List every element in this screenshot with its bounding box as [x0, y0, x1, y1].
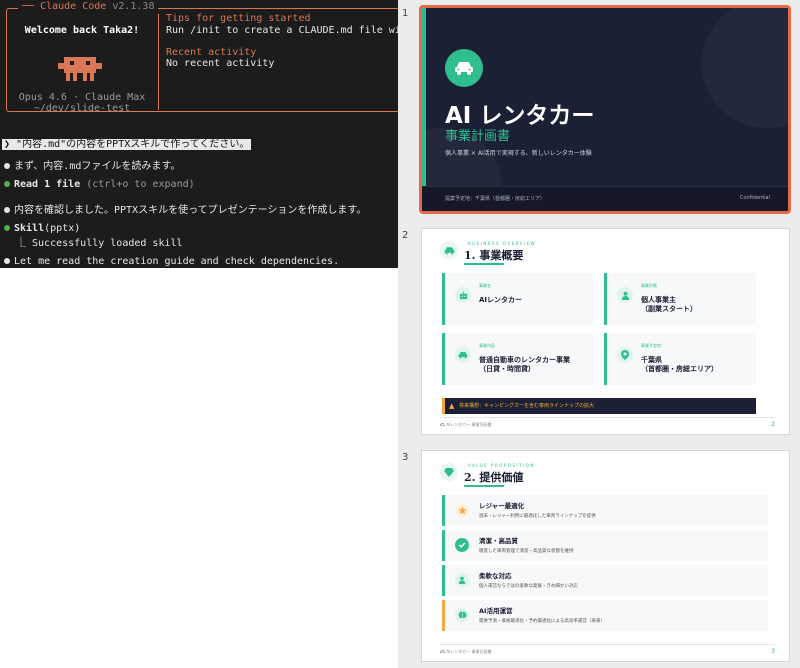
value-title: 柔軟な対応: [479, 572, 512, 580]
tips-text: Run /init to create a CLAUDE.md file wit…: [166, 25, 398, 36]
tool-read-line[interactable]: Read 1 file (ctrl+o to expand): [2, 179, 195, 190]
welcome-text: Welcome back Taka2!: [24, 25, 140, 36]
slide-thumbnail-2[interactable]: BUSINESS OVERVIEW 1. 事業概要 事業名 AIレンタカー 事業…: [421, 228, 790, 435]
success-bullet-icon: [4, 180, 10, 187]
accent-bar: [422, 8, 426, 211]
card-label: 事業内容: [479, 343, 495, 348]
tool-arg: (pptx): [44, 223, 81, 234]
car-icon: [445, 49, 483, 87]
card-value: AIレンタカー: [479, 296, 523, 304]
footer-confidential: Confidential: [739, 195, 770, 201]
recent-text: No recent activity: [166, 58, 275, 69]
person-icon: [617, 287, 633, 303]
section-title: 1. 事業概要: [464, 249, 524, 262]
card-value: 普通自動車のレンタカー事業 （日貸・時間貸）: [479, 356, 570, 373]
footer-divider: [440, 417, 775, 418]
section-kicker: VALUE PROPOSITION: [468, 463, 535, 468]
value-row: レジャー最適化 週末・レジャー利用に最適化した車両ラインナップを提供: [442, 495, 768, 526]
tool-skill-line: Skill(pptx): [2, 223, 80, 234]
future-banner: ▲ 将来構想：キャンピングカーを含む車両ラインナップの拡大: [442, 398, 756, 414]
car-icon: [455, 347, 471, 363]
page-number: 2: [771, 421, 775, 428]
prompt-text: "内容.md"の内容をPPTXスキルで作ってください。: [10, 139, 250, 150]
slide-footer: 🚗︎ AIレンタカー 事業計画書: [440, 422, 492, 428]
info-card: 事業形態 個人事業主 （副業スタート）: [604, 273, 756, 325]
slide-thumbnail-1[interactable]: AI レンタカー 事業計画書 個人事業 × AI活用で実現する、新しいレンタカー…: [419, 5, 791, 214]
recent-heading: Recent activity: [166, 47, 257, 58]
terminal-window[interactable]: ── Claude Code v2.1.38 Welcome back Taka…: [0, 0, 398, 268]
model-label: Opus 4.6 · Claude Max: [18, 92, 146, 103]
info-card: 事業名 AIレンタカー: [442, 273, 594, 325]
bullet-icon: [4, 162, 10, 169]
panel-divider: [158, 14, 159, 110]
star-icon: [455, 503, 469, 517]
success-bullet-icon: [4, 224, 10, 231]
diamond-icon: [440, 463, 458, 481]
section-title: 2. 提供価値: [464, 471, 524, 484]
line-text: まず、内容.mdファイルを読みます。: [14, 161, 181, 172]
info-card: 事業予定地 千葉県 （首都圏・房総エリア）: [604, 333, 756, 385]
value-desc: 徹底した車両管理で清潔・高品質な状態を維持: [479, 549, 574, 554]
warning-icon: ▲: [449, 402, 455, 410]
robot-icon: [455, 287, 471, 303]
footer-text: AIレンタカー 事業計画書: [446, 649, 492, 654]
value-row: AI活用運営 需要予測・価格最適化・予約最適化による高効率運営（将来）: [442, 600, 768, 631]
slide-subtitle: 事業計画書: [445, 129, 511, 144]
assistant-line: Let me read the creation guide and check…: [2, 256, 339, 267]
tips-heading: Tips for getting started: [166, 13, 311, 24]
card-value: 個人事業主 （副業スタート）: [641, 296, 697, 313]
value-desc: 需要予測・価格最適化・予約最適化による高効率運営（将来）: [479, 619, 605, 624]
bullet-icon: [4, 206, 10, 213]
value-title: 清潔・高品質: [479, 537, 518, 545]
footer-text: AIレンタカー 事業計画書: [446, 422, 492, 427]
footer-divider: [440, 644, 775, 645]
assistant-line: 内容を確認しました。PPTXスキルを使ってプレゼンテーションを作成します。: [2, 201, 366, 216]
claude-mascot-icon: [58, 57, 102, 81]
line-text: 内容を確認しました。PPTXスキルを使ってプレゼンテーションを作成します。: [14, 205, 367, 216]
slide-thumbnail-3[interactable]: VALUE PROPOSITION 2. 提供価値 レジャー最適化 週末・レジャ…: [421, 450, 790, 662]
tool-name: Skill: [14, 223, 45, 234]
app-version: v2.1.38: [112, 1, 155, 12]
user-prompt: ❯ "内容.md"の内容をPPTXスキルで作ってください。: [2, 135, 252, 150]
brain-icon: [455, 608, 469, 622]
assistant-line: まず、内容.mdファイルを読みます。: [2, 157, 180, 172]
value-title: AI活用運営: [479, 607, 513, 615]
value-row: 清潔・高品質 徹底した車両管理で清潔・高品質な状態を維持: [442, 530, 768, 561]
card-label: 事業形態: [641, 283, 657, 288]
working-directory: ~/dev/slide-test: [33, 103, 131, 114]
info-card: 事業内容 普通自動車のレンタカー事業 （日貸・時間貸）: [442, 333, 594, 385]
title-underline: [464, 485, 504, 487]
card-value: 千葉県 （首都圏・房総エリア）: [641, 356, 718, 373]
slide-description: 個人事業 × AI活用で実現する、新しいレンタカー体験: [445, 150, 592, 157]
app-title: ── Claude Code v2.1.38: [18, 1, 159, 12]
person-icon: [455, 573, 469, 587]
tool-name: Read 1 file: [14, 179, 81, 190]
page-number: 3: [771, 648, 775, 655]
slide-footer: 🚗︎ AIレンタカー 事業計画書: [440, 649, 492, 655]
car-icon: [440, 241, 458, 259]
tool-result: ⎿ Successfully loaded skill: [16, 238, 183, 249]
banner-text: 将来構想：キャンピングカーを含む車両ラインナップの拡大: [459, 403, 595, 409]
line-text: Let me read the creation guide and check…: [14, 256, 340, 267]
value-row: 柔軟な対応 個人運営ならではの柔軟な発展・きめ細かい対応: [442, 565, 768, 596]
value-desc: 週末・レジャー利用に最適化した車両ラインナップを提供: [479, 514, 596, 519]
footer-location: 提案予定地：千葉県（首都圏・房総エリア）: [445, 196, 546, 202]
section-kicker: BUSINESS OVERVIEW: [468, 241, 537, 246]
value-title: レジャー最適化: [479, 502, 525, 510]
bullet-icon: [4, 257, 10, 264]
card-label: 事業名: [479, 283, 491, 288]
slide-number: 3: [402, 452, 409, 463]
slide-footer: 提案予定地：千葉県（首都圏・房総エリア） Confidential: [422, 186, 788, 211]
slide-number: 1: [402, 8, 409, 19]
app-name: Claude Code: [40, 1, 107, 12]
value-desc: 個人運営ならではの柔軟な発展・きめ細かい対応: [479, 584, 578, 589]
slide-number: 2: [402, 230, 409, 241]
decor-circle: [702, 8, 788, 128]
location-pin-icon: [617, 347, 633, 363]
check-icon: [455, 538, 469, 552]
expand-hint: (ctrl+o to expand): [80, 179, 195, 190]
blank-area: [0, 268, 398, 668]
title-underline: [464, 263, 504, 265]
card-label: 事業予定地: [641, 343, 661, 348]
